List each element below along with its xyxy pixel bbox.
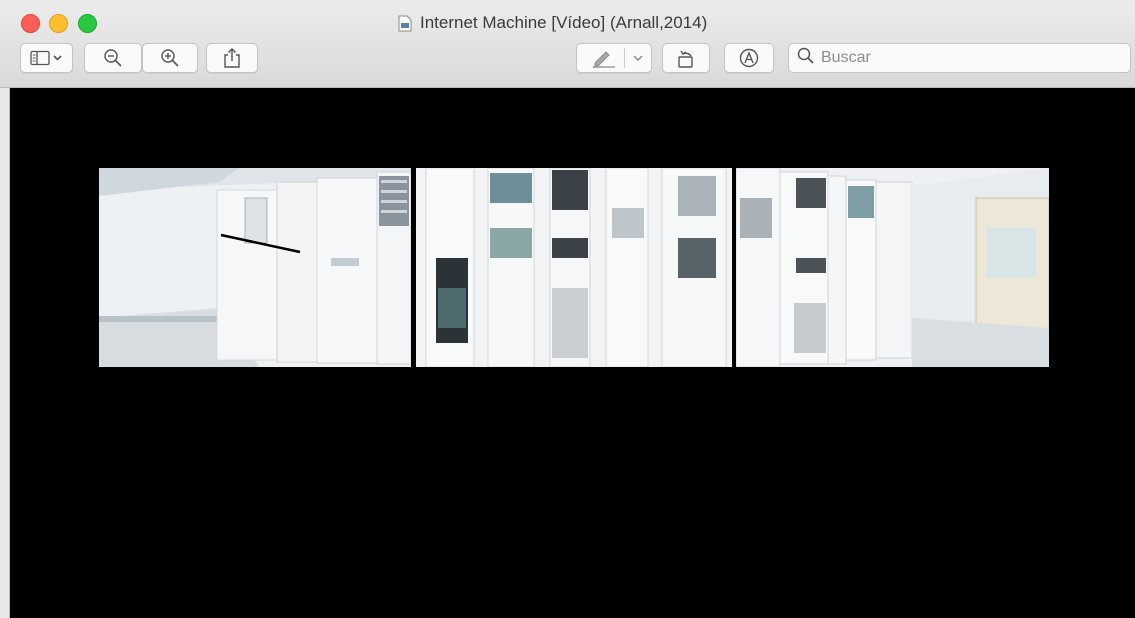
document-icon xyxy=(398,15,412,32)
minimize-window-button[interactable] xyxy=(49,14,68,33)
preview-window: Internet Machine [Vídeo] (Arnall,2014) B… xyxy=(0,0,1135,618)
zoom-out-button[interactable] xyxy=(84,43,142,73)
close-window-button[interactable] xyxy=(21,14,40,33)
zoom-in-button[interactable] xyxy=(142,43,198,73)
window-title: Internet Machine [Vídeo] (Arnall,2014) xyxy=(420,13,708,32)
share-icon xyxy=(223,47,241,69)
search-field[interactable]: Buscar xyxy=(788,43,1131,73)
zoom-in-icon xyxy=(160,48,180,68)
share-button[interactable] xyxy=(206,43,258,73)
search-placeholder: Buscar xyxy=(821,49,871,66)
sidebar-edge xyxy=(0,88,10,618)
chevron-down-icon[interactable] xyxy=(631,52,645,64)
markup-button[interactable] xyxy=(576,43,652,73)
search-icon xyxy=(797,47,815,70)
sidebar-toggle-button[interactable] xyxy=(20,43,73,73)
image-panel-server-room-right xyxy=(736,168,1049,367)
image-panel-server-racks-center xyxy=(416,168,732,367)
zoom-out-icon xyxy=(103,48,123,68)
rotate-button[interactable] xyxy=(662,43,710,73)
sidebar-icon xyxy=(29,50,64,66)
window-title-group: Internet Machine [Vídeo] (Arnall,2014) xyxy=(398,11,707,35)
rotate-icon xyxy=(675,47,697,69)
annotate-button[interactable] xyxy=(724,43,774,73)
title-bar: Internet Machine [Vídeo] (Arnall,2014) B… xyxy=(0,0,1135,88)
markup-circle-icon xyxy=(738,47,760,69)
button-divider xyxy=(624,48,625,68)
fullscreen-window-button[interactable] xyxy=(78,14,97,33)
pen-icon xyxy=(591,48,617,68)
image-panel-server-room-left xyxy=(99,168,411,367)
